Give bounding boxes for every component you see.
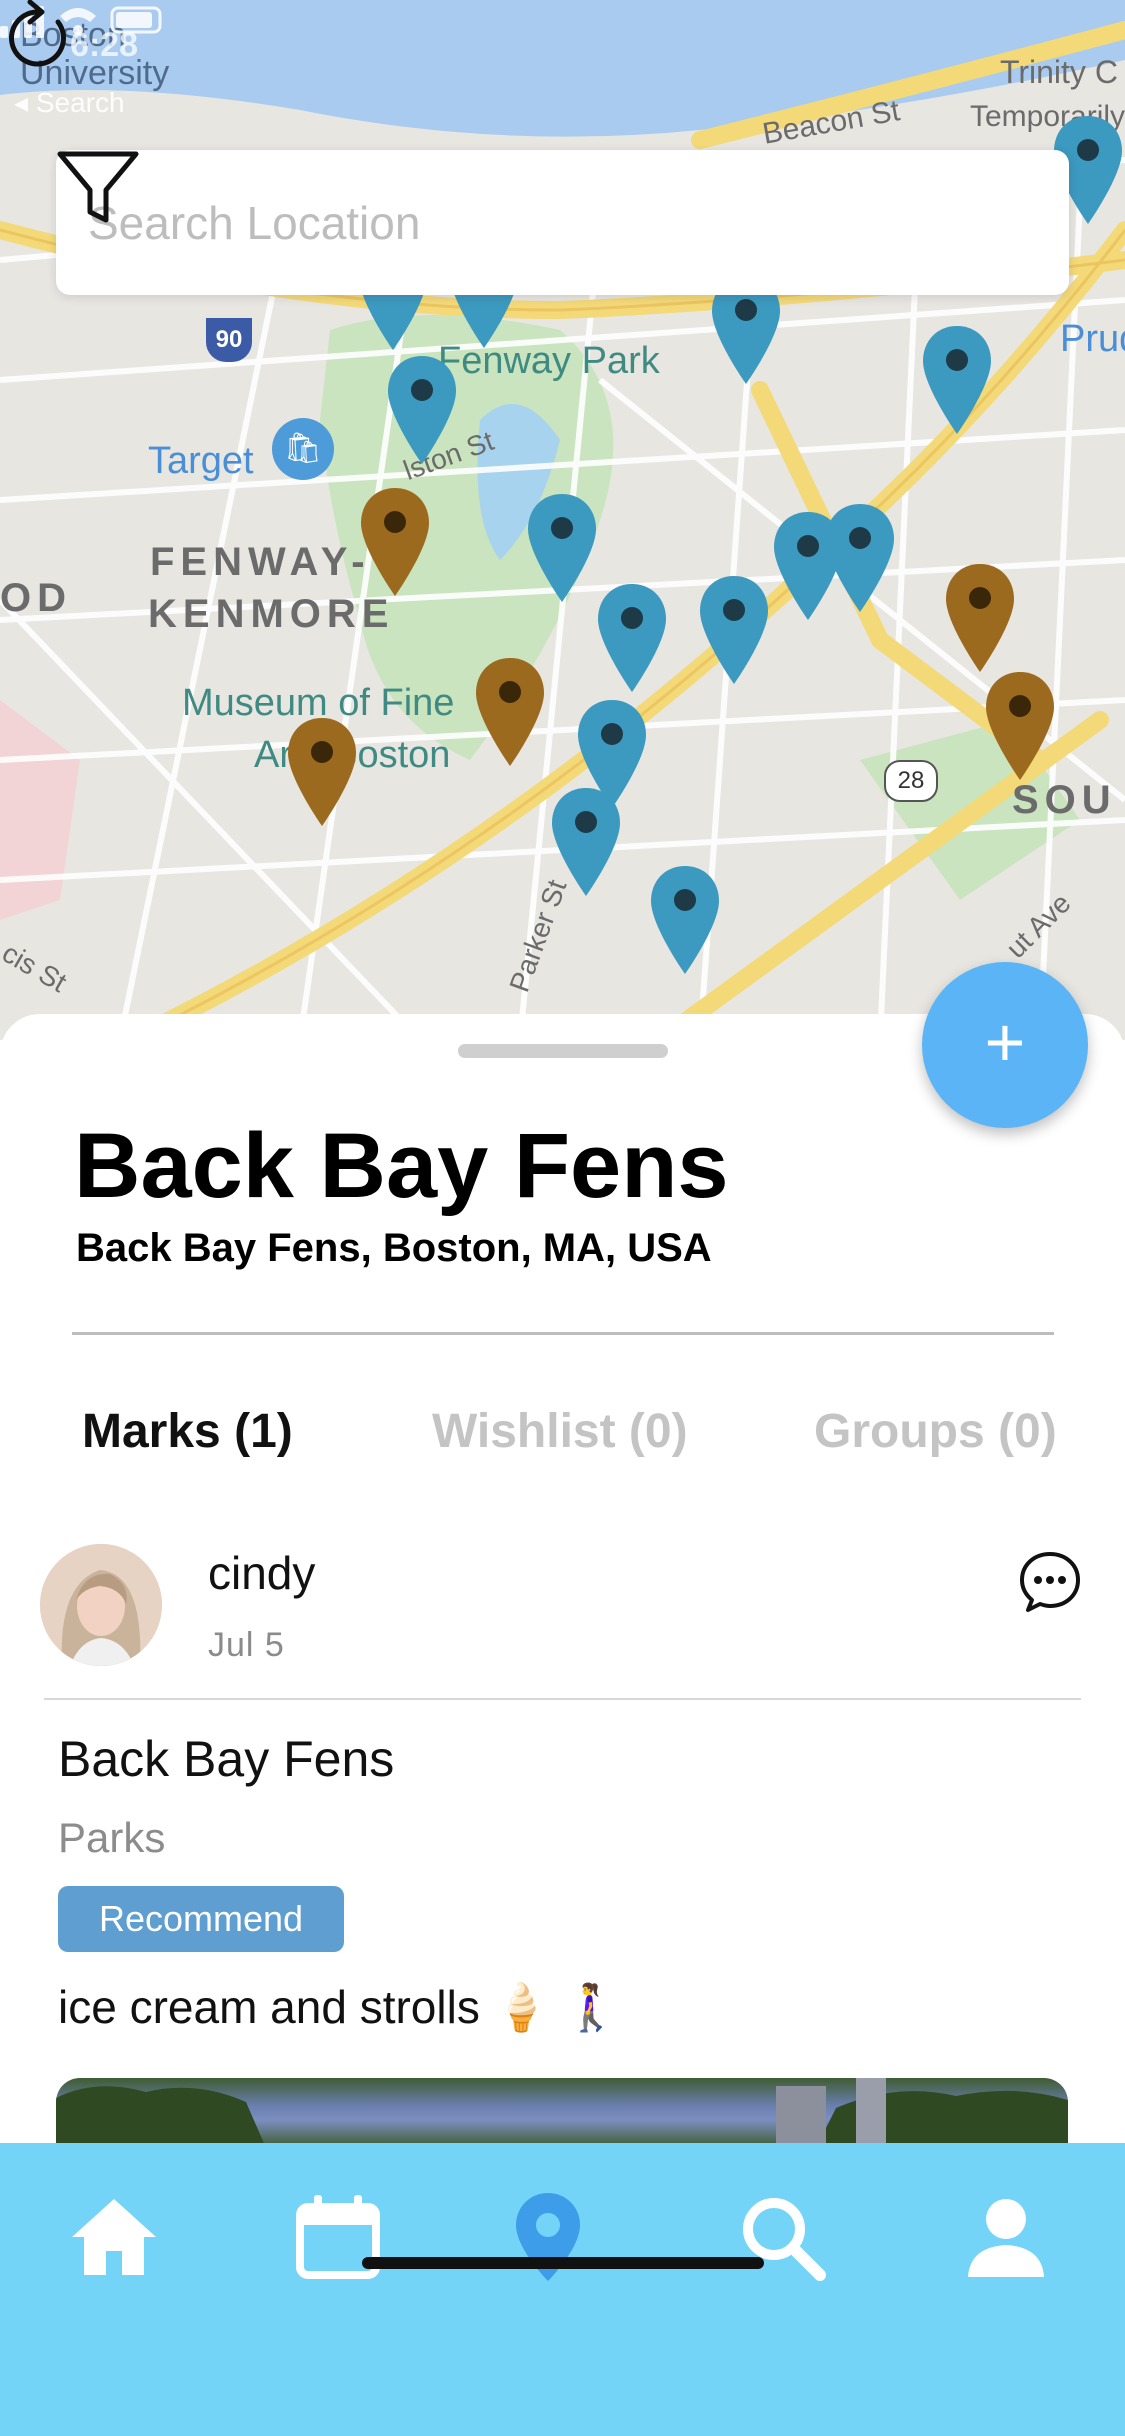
map-pin-wishlist[interactable] <box>944 562 1016 674</box>
avatar[interactable] <box>40 1544 162 1666</box>
map-label-trinity: Trinity C <box>1000 54 1118 90</box>
username[interactable]: cindy <box>208 1546 315 1600</box>
avatar-photo <box>40 1544 162 1666</box>
filter-icon[interactable] <box>56 150 140 228</box>
tab-marks[interactable]: Marks (1) <box>82 1404 293 1459</box>
map-label-fenway: FENWAY- <box>150 540 371 584</box>
interstate-shield-icon: 90 <box>206 318 252 362</box>
divider <box>72 1332 1054 1335</box>
recommend-badge: Recommend <box>58 1886 344 1952</box>
map-pin-wishlist[interactable] <box>359 486 431 598</box>
map-label-prudential: Pruden <box>1060 318 1125 360</box>
sheet-grabber[interactable] <box>458 1044 668 1058</box>
mark-photo[interactable] <box>56 2078 1068 2148</box>
add-mark-button[interactable]: + <box>922 962 1088 1128</box>
map-pin-icon[interactable] <box>500 2189 596 2285</box>
map-label-kenmore: KENMORE <box>148 592 395 636</box>
mark-note: ice cream and strolls 🍦 🚶‍♀️ <box>58 1981 620 2033</box>
mark-category: Parks <box>58 1814 166 1861</box>
mark-title: Back Bay Fens <box>58 1731 395 1787</box>
search-bar <box>56 150 1069 295</box>
mark-date: Jul 5 <box>208 1626 285 1664</box>
place-title: Back Bay Fens <box>74 1115 729 1217</box>
map-pin-mark[interactable] <box>386 354 458 466</box>
place-sheet: Back Bay Fens Back Bay Fens, Boston, MA,… <box>0 1014 1125 2148</box>
comment-icon[interactable] <box>1018 1550 1082 1614</box>
shopping-bag-icon: 🛍 <box>272 418 334 480</box>
tab-bar <box>0 2143 1125 2436</box>
map-pin-mark[interactable] <box>550 786 622 898</box>
map-pin-wishlist[interactable] <box>286 716 358 828</box>
place-address: Back Bay Fens, Boston, MA, USA <box>76 1226 712 1270</box>
map-pin-mark[interactable] <box>596 582 668 694</box>
map-pin-mark[interactable] <box>526 492 598 604</box>
map-pin-wishlist[interactable] <box>474 656 546 768</box>
home-indicator <box>362 2257 764 2269</box>
home-icon[interactable] <box>66 2189 162 2285</box>
photo-trees <box>56 2078 1068 2148</box>
map-pin-wishlist[interactable] <box>984 670 1056 782</box>
map-pin-mark[interactable] <box>649 864 721 976</box>
map-pin-mark[interactable] <box>772 510 844 622</box>
status-back-link[interactable]: ◂ Search <box>14 86 125 119</box>
tab-wishlist[interactable]: Wishlist (0) <box>432 1404 688 1459</box>
profile-icon[interactable] <box>958 2189 1054 2285</box>
map-pin-mark[interactable] <box>921 324 993 436</box>
route-shield-icon: 28 <box>884 760 938 802</box>
search-icon[interactable] <box>734 2189 830 2285</box>
divider <box>44 1698 1081 1700</box>
map-label-target: Target <box>148 440 254 482</box>
tab-groups[interactable]: Groups (0) <box>814 1404 1057 1459</box>
map-label-od: OD <box>0 576 72 620</box>
search-input[interactable] <box>86 190 910 256</box>
map-label-south: SOU <box>1012 778 1117 822</box>
map-pin-mark[interactable] <box>698 574 770 686</box>
map-view[interactable]: FENWAY- KENMORE OD SOU Fenway Park Museu… <box>0 0 1125 1040</box>
calendar-icon[interactable] <box>290 2189 386 2285</box>
refresh-icon[interactable] <box>0 0 76 76</box>
